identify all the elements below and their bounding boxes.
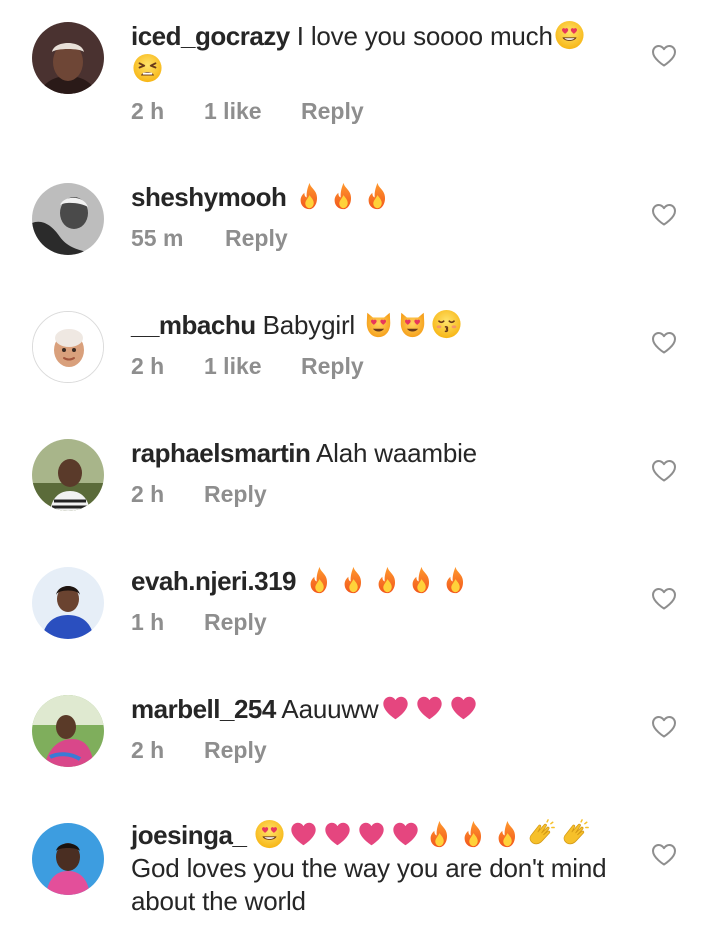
comment-time: 1 h: [131, 609, 165, 635]
comment-time: 2 h: [131, 481, 165, 507]
comment-time: 2 h: [131, 98, 165, 124]
fire-emoji: [361, 181, 394, 211]
comment-meta: 2 h 1 like Reply: [131, 353, 364, 380]
heart-eyes-cat-emoji: [362, 309, 395, 339]
fire-emoji: [371, 565, 404, 595]
avatar[interactable]: [32, 823, 104, 895]
pink-heart-emoji: [379, 693, 412, 723]
comment-body: iced_gocrazy I love you soooo much: [131, 20, 631, 86]
reply-button[interactable]: Reply: [301, 98, 364, 125]
heart-outline-icon[interactable]: [651, 715, 677, 739]
heart-eyes-emoji: [553, 20, 586, 50]
pink-heart-emoji: [287, 819, 320, 849]
comment-like-count[interactable]: 1 like: [204, 353, 301, 380]
comment-username[interactable]: __mbachu: [131, 310, 256, 340]
fire-emoji: [491, 819, 524, 849]
heart-outline-icon[interactable]: [651, 331, 677, 355]
comment-time: 55 m: [131, 225, 184, 251]
pink-heart-emoji: [447, 693, 480, 723]
comment-text: Aauuww: [281, 694, 379, 724]
tired-face-emoji: [131, 53, 164, 83]
avatar[interactable]: [32, 22, 104, 94]
comment-text: I love you soooo much: [296, 21, 553, 51]
heart-outline-icon[interactable]: [651, 44, 677, 68]
pink-heart-emoji: [321, 819, 354, 849]
comment-username[interactable]: raphaelsmartin: [131, 438, 311, 468]
comment-meta: 1 h Reply: [131, 609, 267, 636]
reply-button[interactable]: Reply: [204, 481, 267, 508]
comment-like-count[interactable]: 1 like: [204, 98, 301, 125]
comment-body: evah.njeri.319: [131, 565, 631, 598]
pink-heart-emoji: [355, 819, 388, 849]
comment-username[interactable]: joesinga_: [131, 820, 247, 850]
fire-emoji: [337, 565, 370, 595]
comment-body: __mbachu Babygirl: [131, 309, 631, 342]
kissing-closed-eyes-emoji: [430, 309, 463, 339]
comment-text: Babygirl: [262, 310, 356, 340]
comment-meta: 2 h Reply: [131, 481, 267, 508]
comment-username[interactable]: iced_gocrazy: [131, 21, 290, 51]
reply-button[interactable]: Reply: [225, 225, 288, 252]
avatar[interactable]: [32, 311, 104, 383]
comment-username[interactable]: marbell_254: [131, 694, 276, 724]
clapping-hands-emoji: [559, 819, 592, 849]
comment-body: marbell_254 Aauuww: [131, 693, 631, 726]
comment-time: 2 h: [131, 737, 165, 763]
comment-time: 2 h: [131, 353, 165, 379]
comment-meta: 2 h Reply: [131, 737, 267, 764]
heart-outline-icon[interactable]: [651, 459, 677, 483]
avatar[interactable]: [32, 183, 104, 255]
heart-eyes-emoji: [253, 819, 286, 849]
comment-text: Alah waambie: [316, 438, 477, 468]
fire-emoji: [405, 565, 438, 595]
fire-emoji: [303, 565, 336, 595]
comment-username[interactable]: sheshymooh: [131, 182, 287, 212]
reply-button[interactable]: Reply: [204, 609, 267, 636]
comment-body: joesinga_ God loves you the way you are …: [131, 819, 631, 918]
fire-emoji: [327, 181, 360, 211]
fire-emoji: [439, 565, 472, 595]
avatar[interactable]: [32, 567, 104, 639]
comment-username[interactable]: evah.njeri.319: [131, 566, 297, 596]
reply-button[interactable]: Reply: [301, 353, 364, 380]
comment-meta: 55 m Reply: [131, 225, 288, 252]
avatar[interactable]: [32, 695, 104, 767]
fire-emoji: [293, 181, 326, 211]
clapping-hands-emoji: [525, 819, 558, 849]
heart-outline-icon[interactable]: [651, 203, 677, 227]
fire-emoji: [423, 819, 456, 849]
comment-meta: 2 h 1 like Reply: [131, 98, 364, 125]
reply-button[interactable]: Reply: [204, 737, 267, 764]
fire-emoji: [457, 819, 490, 849]
pink-heart-emoji: [389, 819, 422, 849]
heart-eyes-cat-emoji: [396, 309, 429, 339]
comment-body: raphaelsmartin Alah waambie: [131, 437, 631, 470]
comment-text: God loves you the way you are don't mind…: [131, 853, 607, 916]
heart-outline-icon[interactable]: [651, 587, 677, 611]
avatar[interactable]: [32, 439, 104, 511]
comment-body: sheshymooh: [131, 181, 631, 214]
pink-heart-emoji: [413, 693, 446, 723]
heart-outline-icon[interactable]: [651, 843, 677, 867]
